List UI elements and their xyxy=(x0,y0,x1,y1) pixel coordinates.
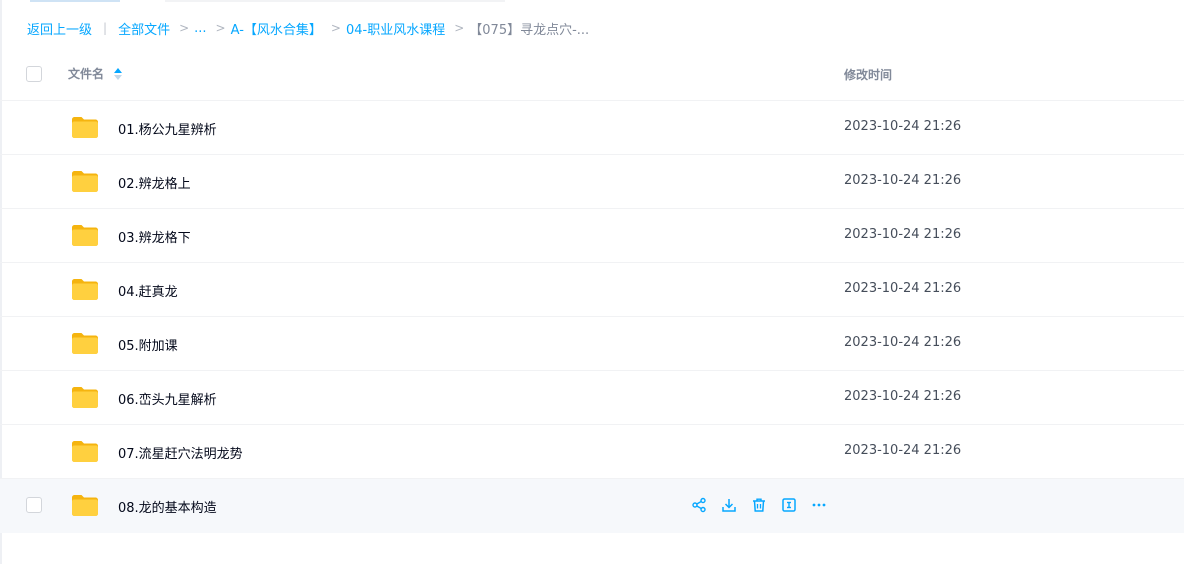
breadcrumb-separator: > xyxy=(215,21,226,35)
breadcrumb-separator: > xyxy=(330,21,341,35)
file-modified-time: 2023-10-24 21:26 xyxy=(844,335,962,350)
file-modified-time: 2023-10-24 21:26 xyxy=(844,173,962,188)
breadcrumb-level1[interactable]: A-【风水合集】 xyxy=(231,19,322,38)
rename-icon[interactable] xyxy=(780,496,798,514)
file-row[interactable]: 04.赶真龙 2023-10-24 21:26 xyxy=(0,263,1184,317)
file-row[interactable]: 08.龙的基本构造 xyxy=(0,479,1184,533)
file-modified-time: 2023-10-24 21:26 xyxy=(844,227,962,242)
breadcrumb: 返回上一级 | 全部文件 > ... > A-【风水合集】 > 04-职业风水课… xyxy=(27,18,589,38)
file-name[interactable]: 02.辨龙格上 xyxy=(118,173,191,192)
file-row[interactable]: 03.辨龙格下 2023-10-24 21:26 xyxy=(0,209,1184,263)
file-name[interactable]: 07.流星赶穴法明龙势 xyxy=(118,443,243,462)
download-icon[interactable] xyxy=(720,496,738,514)
folder-icon xyxy=(72,117,98,138)
folder-icon xyxy=(72,387,98,408)
row-checkbox[interactable] xyxy=(26,497,42,513)
breadcrumb-level2[interactable]: 04-职业风水课程 xyxy=(346,19,445,38)
breadcrumb-divider: | xyxy=(103,21,108,35)
file-browser-page: 返回上一级 | 全部文件 > ... > A-【风水合集】 > 04-职业风水课… xyxy=(0,0,1184,564)
file-name[interactable]: 01.杨公九星辨析 xyxy=(118,119,217,138)
file-modified-time: 2023-10-24 21:26 xyxy=(844,281,962,296)
file-name[interactable]: 05.附加课 xyxy=(118,335,178,354)
file-name[interactable]: 04.赶真龙 xyxy=(118,281,178,300)
folder-icon xyxy=(72,171,98,192)
breadcrumb-root[interactable]: 全部文件 xyxy=(118,19,170,38)
breadcrumb-separator: > xyxy=(454,21,465,35)
top-divider xyxy=(165,0,505,2)
folder-icon xyxy=(72,441,98,462)
breadcrumb-ellipsis[interactable]: ... xyxy=(194,21,206,36)
top-tab-indicator xyxy=(30,0,120,2)
file-modified-time: 2023-10-24 21:26 xyxy=(844,443,962,458)
folder-icon xyxy=(72,225,98,246)
folder-icon xyxy=(72,495,98,516)
file-list: 01.杨公九星辨析 2023-10-24 21:26 02.辨龙格上 2023-… xyxy=(0,101,1184,533)
file-row[interactable]: 07.流星赶穴法明龙势 2023-10-24 21:26 xyxy=(0,425,1184,479)
more-icon[interactable] xyxy=(810,496,828,514)
row-actions xyxy=(690,496,840,514)
back-link[interactable]: 返回上一级 xyxy=(27,19,92,38)
file-row[interactable]: 01.杨公九星辨析 2023-10-24 21:26 xyxy=(0,101,1184,155)
file-modified-time: 2023-10-24 21:26 xyxy=(844,119,962,134)
column-header-name-label: 文件名 xyxy=(68,67,105,81)
sort-icon[interactable] xyxy=(114,67,123,80)
folder-icon xyxy=(72,333,98,354)
file-name[interactable]: 08.龙的基本构造 xyxy=(118,497,217,516)
file-row[interactable]: 06.峦头九星解析 2023-10-24 21:26 xyxy=(0,371,1184,425)
select-all-checkbox[interactable] xyxy=(26,66,42,82)
share-icon[interactable] xyxy=(690,496,708,514)
folder-icon xyxy=(72,279,98,300)
file-name[interactable]: 03.辨龙格下 xyxy=(118,227,191,246)
delete-icon[interactable] xyxy=(750,496,768,514)
column-header-time[interactable]: 修改时间 xyxy=(844,66,892,83)
breadcrumb-current: 【075】寻龙点穴-... xyxy=(469,22,590,38)
table-header: 文件名 修改时间 xyxy=(0,48,1184,101)
file-modified-time: 2023-10-24 21:26 xyxy=(844,389,962,404)
file-row[interactable]: 02.辨龙格上 2023-10-24 21:26 xyxy=(0,155,1184,209)
column-header-name[interactable]: 文件名 xyxy=(68,65,123,82)
file-row[interactable]: 05.附加课 2023-10-24 21:26 xyxy=(0,317,1184,371)
file-name[interactable]: 06.峦头九星解析 xyxy=(118,389,217,408)
breadcrumb-separator: > xyxy=(179,21,190,35)
